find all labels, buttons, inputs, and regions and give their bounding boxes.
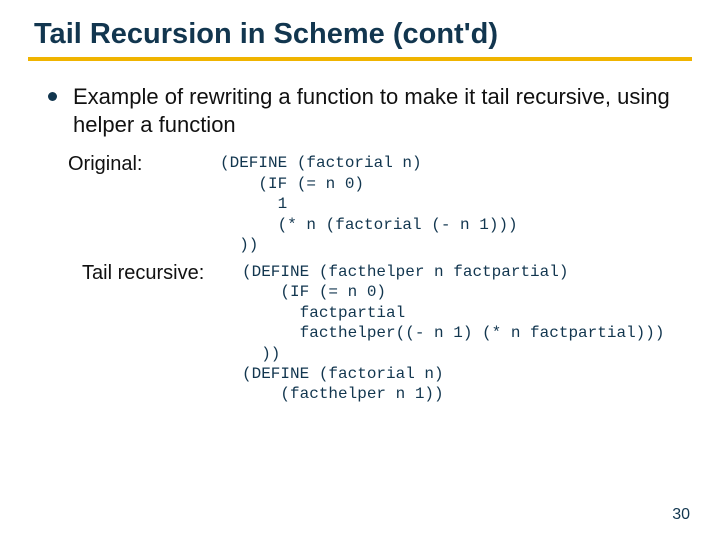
page-number: 30 <box>672 506 690 524</box>
original-label: Original: <box>68 153 220 176</box>
bullet-icon <box>48 92 57 101</box>
title-underline <box>28 57 692 61</box>
original-code: (DEFINE (factorial n) (IF (= n 0) 1 (* n… <box>220 153 518 255</box>
slide: Tail Recursion in Scheme (cont'd) Exampl… <box>0 0 720 540</box>
slide-title: Tail Recursion in Scheme (cont'd) <box>28 18 692 51</box>
tail-recursive-section: Tail recursive: (DEFINE (facthelper n fa… <box>28 262 692 405</box>
original-section: Original: (DEFINE (factorial n) (IF (= n… <box>28 153 692 255</box>
tail-recursive-code: (DEFINE (facthelper n factpartial) (IF (… <box>242 262 664 405</box>
bullet-item: Example of rewriting a function to make … <box>48 83 692 139</box>
tail-recursive-label: Tail recursive: <box>82 262 242 285</box>
bullet-text: Example of rewriting a function to make … <box>73 83 692 139</box>
